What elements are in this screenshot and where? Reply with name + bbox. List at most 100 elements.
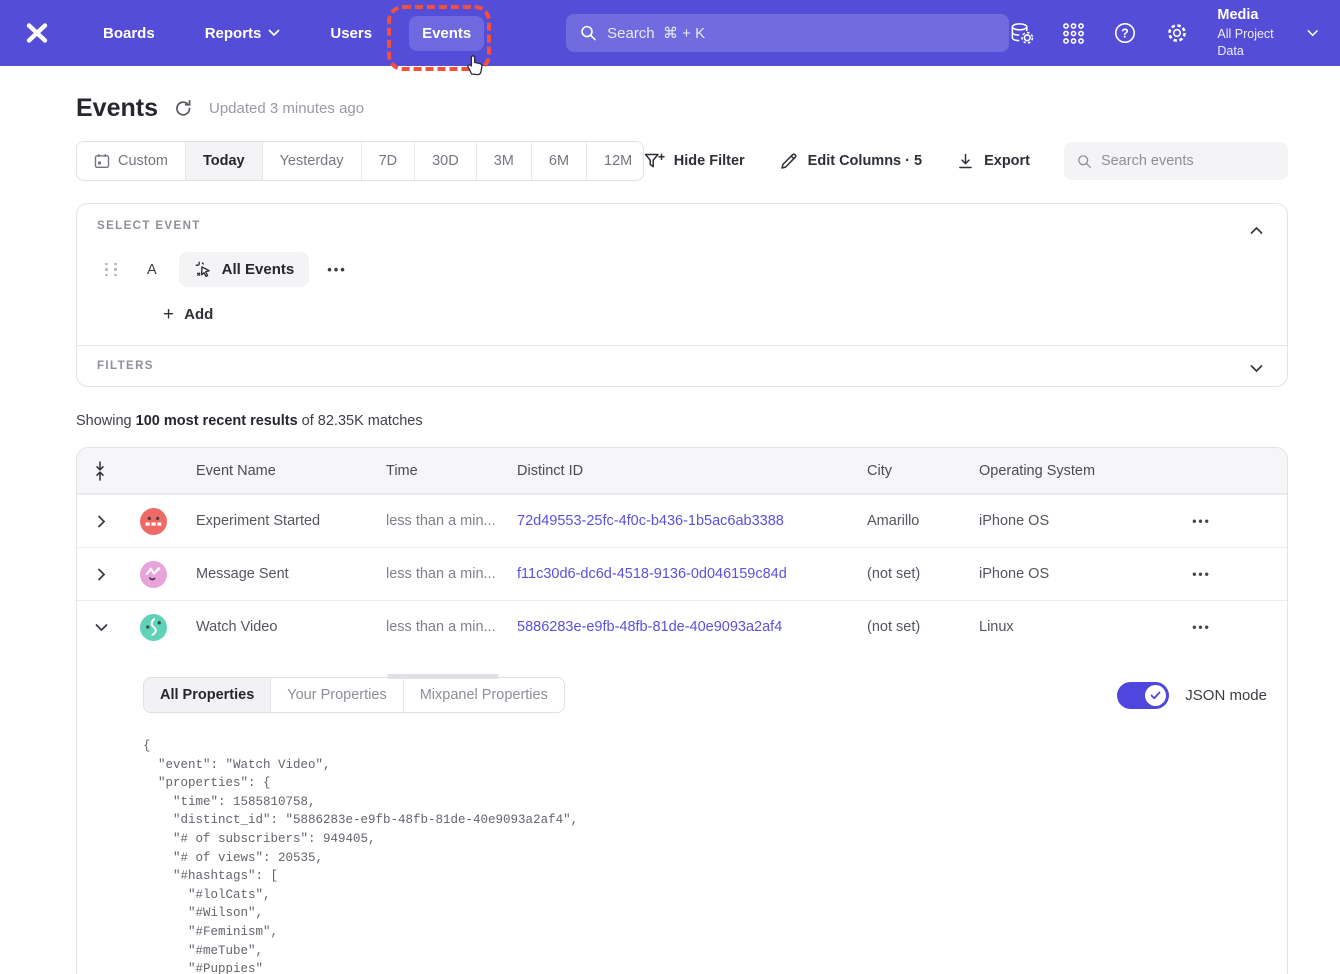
column-header-event-name[interactable]: Event Name xyxy=(181,463,371,479)
global-search[interactable] xyxy=(566,14,1009,52)
table-row[interactable]: Message Sent less than a min... f11c30d6… xyxy=(77,547,1287,600)
svg-text:?: ? xyxy=(1122,26,1130,40)
mixpanel-logo-icon[interactable] xyxy=(22,18,52,48)
nav-item-reports-label: Reports xyxy=(205,25,262,42)
chevron-up-icon xyxy=(1250,226,1263,235)
table-row-expanded[interactable]: Watch Video less than a min... 5886283e-… xyxy=(77,600,1287,653)
properties-tabs: All Properties Your Properties Mixpanel … xyxy=(143,677,565,713)
event-city: (not set) xyxy=(852,566,964,582)
nav-item-reports[interactable]: Reports xyxy=(192,16,294,51)
event-name: Message Sent xyxy=(181,566,371,582)
filter-funnel-icon xyxy=(644,152,665,171)
event-time: less than a min... xyxy=(371,619,502,635)
step-letter: A xyxy=(147,262,157,278)
date-range-12m[interactable]: 12M xyxy=(586,142,644,180)
export-button[interactable]: Export xyxy=(956,152,1030,171)
export-label: Export xyxy=(984,153,1030,169)
json-mode-label: JSON mode xyxy=(1185,687,1267,704)
data-management-icon[interactable] xyxy=(1009,21,1034,45)
main-content: Events Updated 3 minutes ago Custom Toda… xyxy=(0,94,1340,974)
search-events[interactable] xyxy=(1064,142,1288,180)
tab-mixpanel-properties[interactable]: Mixpanel Properties xyxy=(403,678,564,712)
search-icon xyxy=(1077,153,1092,170)
chevron-down-icon xyxy=(1307,29,1318,38)
date-range-7d[interactable]: 7D xyxy=(361,142,415,180)
global-search-input[interactable] xyxy=(607,25,995,42)
check-icon xyxy=(1150,691,1161,700)
date-range-30d[interactable]: 30D xyxy=(414,142,476,180)
project-switcher[interactable]: Media All Project Data xyxy=(1217,6,1318,59)
expand-section-button[interactable] xyxy=(1246,356,1267,382)
hide-filter-button[interactable]: Hide Filter xyxy=(644,152,745,171)
top-navbar: Boards Reports Users Events xyxy=(0,0,1340,66)
toggle-knob xyxy=(1145,685,1166,706)
event-avatar xyxy=(125,561,181,588)
pencil-icon xyxy=(779,151,799,171)
chevron-down-icon xyxy=(95,623,108,632)
date-range-today[interactable]: Today xyxy=(185,142,262,180)
tab-all-properties[interactable]: All Properties xyxy=(144,678,270,712)
column-header-distinct-id[interactable]: Distinct ID xyxy=(502,463,852,479)
nav-item-events[interactable]: Events xyxy=(409,16,484,51)
expand-row-button[interactable] xyxy=(77,568,125,581)
results-suffix: of 82.35K matches xyxy=(298,413,423,429)
settings-gear-icon[interactable] xyxy=(1165,21,1189,45)
date-range-yesterday[interactable]: Yesterday xyxy=(262,142,361,180)
sort-icon[interactable] xyxy=(77,460,125,482)
nav-item-boards[interactable]: Boards xyxy=(90,16,168,51)
event-avatar xyxy=(125,508,181,535)
add-event-button[interactable]: + Add xyxy=(163,305,213,324)
nav-item-users[interactable]: Users xyxy=(317,16,385,51)
event-more-button[interactable]: ••• xyxy=(327,262,347,277)
date-range-3m[interactable]: 3M xyxy=(476,142,531,180)
event-selector-chip[interactable]: All Events xyxy=(179,252,310,287)
table-header-row: Event Name Time Distinct ID City Operati… xyxy=(77,448,1287,494)
collapse-section-button[interactable] xyxy=(1246,218,1267,244)
expand-row-button[interactable] xyxy=(77,515,125,528)
search-icon xyxy=(580,24,597,42)
refresh-icon[interactable] xyxy=(174,99,193,118)
tab-your-properties[interactable]: Your Properties xyxy=(270,678,402,712)
column-header-time[interactable]: Time xyxy=(371,463,502,479)
date-range-custom[interactable]: Custom xyxy=(77,142,185,180)
distinct-id-link[interactable]: 5886283e-e9fb-48fb-81de-40e9093a2af4 xyxy=(517,619,782,635)
project-name: Media xyxy=(1217,6,1292,26)
chevron-down-icon xyxy=(268,29,280,37)
add-event-label: Add xyxy=(184,306,213,323)
row-more-button[interactable]: ••• xyxy=(1116,620,1287,634)
results-count: 100 most recent results xyxy=(136,413,298,429)
events-table: Event Name Time Distinct ID City Operati… xyxy=(76,447,1288,974)
distinct-id-link[interactable]: f11c30d6-dc6d-4518-9136-0d046159c84d xyxy=(517,566,787,582)
date-range-6m[interactable]: 6M xyxy=(531,142,586,180)
edit-columns-button[interactable]: Edit Columns · 5 xyxy=(779,151,922,171)
event-os: iPhone OS xyxy=(964,566,1116,582)
apps-grid-icon[interactable] xyxy=(1062,22,1085,45)
magic-cursor-icon xyxy=(194,260,213,279)
edit-columns-label: Edit Columns · 5 xyxy=(808,153,922,169)
collapse-row-button[interactable] xyxy=(77,623,125,632)
event-json-code: { "event": "Watch Video", "properties": … xyxy=(143,737,1267,974)
column-header-city[interactable]: City xyxy=(852,463,964,479)
event-os: Linux xyxy=(964,619,1116,635)
distinct-id-link[interactable]: 72d49553-25fc-4f0c-b436-1b5ac6ab3388 xyxy=(517,513,784,529)
event-chip-label: All Events xyxy=(222,261,295,278)
download-icon xyxy=(956,152,975,171)
help-icon[interactable]: ? xyxy=(1113,21,1137,45)
event-city: Amarillo xyxy=(852,513,964,529)
event-time: less than a min... xyxy=(371,513,502,529)
json-mode-toggle[interactable] xyxy=(1117,682,1169,709)
chevron-down-icon xyxy=(1250,364,1263,373)
row-more-button[interactable]: ••• xyxy=(1116,567,1287,581)
table-row[interactable]: Experiment Started less than a min... 72… xyxy=(77,494,1287,547)
date-range-selector: Custom Today Yesterday 7D 30D 3M 6M 12M xyxy=(76,141,644,181)
calendar-icon xyxy=(94,153,110,169)
horizontal-scrollbar-thumb[interactable] xyxy=(387,674,499,679)
filters-label: FILTERS xyxy=(97,360,1267,372)
event-name: Watch Video xyxy=(181,619,371,635)
row-more-button[interactable]: ••• xyxy=(1116,514,1287,528)
drag-handle[interactable] xyxy=(105,263,121,277)
column-header-os[interactable]: Operating System xyxy=(964,463,1116,479)
hand-cursor-icon xyxy=(463,52,487,83)
search-events-input[interactable] xyxy=(1101,153,1275,169)
filters-section[interactable]: FILTERS xyxy=(77,346,1287,386)
